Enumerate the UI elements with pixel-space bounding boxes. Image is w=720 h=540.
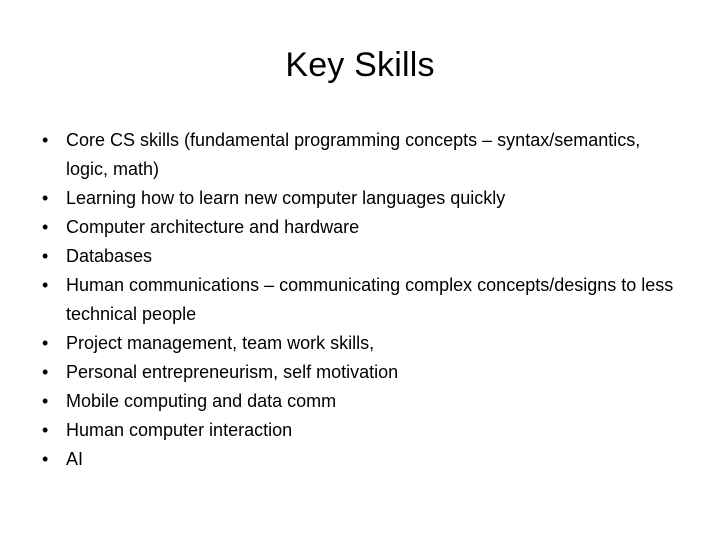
page-title: Key Skills — [285, 46, 435, 84]
list-item: • Human computer interaction — [28, 416, 676, 445]
bullet-icon: • — [42, 333, 49, 353]
list-item: • Databases — [28, 242, 676, 271]
bullet-icon: • — [42, 188, 49, 208]
slide-body: • Core CS skills (fundamental programmin… — [28, 126, 676, 474]
bullet-icon: • — [42, 130, 49, 150]
key-skills-list: • Core CS skills (fundamental programmin… — [28, 126, 676, 474]
list-item: • Core CS skills (fundamental programmin… — [28, 126, 676, 184]
list-item-label: Personal entrepreneurism, self motivatio… — [66, 362, 399, 382]
slide-canvas: Key Skills • Core CS skills (fundamental… — [0, 0, 720, 540]
list-item-label: Core CS skills (fundamental programming … — [66, 130, 641, 179]
bullet-icon: • — [42, 362, 49, 382]
list-item-label: Human computer interaction — [66, 420, 293, 440]
list-item: • Computer architecture and hardware — [28, 213, 676, 242]
list-item-label: Computer architecture and hardware — [66, 217, 360, 237]
list-item: • AI — [28, 445, 676, 474]
list-item-label: AI — [66, 449, 84, 469]
list-item-label: Learning how to learn new computer langu… — [66, 188, 506, 208]
bullet-icon: • — [42, 420, 49, 440]
list-item-label: Human communications – communicating com… — [66, 275, 674, 324]
bullet-icon: • — [42, 246, 49, 266]
list-item-label: Mobile computing and data comm — [66, 391, 337, 411]
list-item: • Personal entrepreneurism, self motivat… — [28, 358, 676, 387]
bullet-icon: • — [42, 449, 49, 469]
list-item: • Learning how to learn new computer lan… — [28, 184, 676, 213]
bullet-icon: • — [42, 217, 49, 237]
list-item: • Human communications – communicating c… — [28, 271, 676, 329]
bullet-icon: • — [42, 391, 49, 411]
list-item-label: Project management, team work skills, — [66, 333, 375, 353]
list-item: • Mobile computing and data comm — [28, 387, 676, 416]
list-item-label: Databases — [66, 246, 153, 266]
bullet-icon: • — [42, 275, 49, 295]
list-item: • Project management, team work skills, — [28, 329, 676, 358]
